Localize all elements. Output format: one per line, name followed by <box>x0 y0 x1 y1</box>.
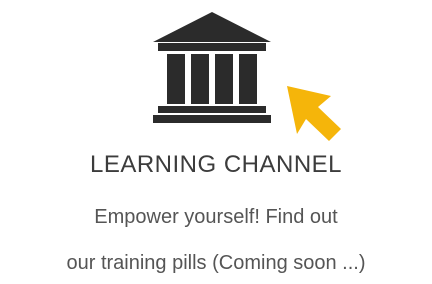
card-title[interactable]: LEARNING CHANNEL <box>0 148 432 182</box>
description-line-2: our training pills (Coming soon ...) <box>66 252 366 274</box>
description-line-1: Empower yourself! Find out <box>94 206 338 228</box>
cursor-arrow-icon <box>287 86 341 141</box>
learning-channel-card[interactable]: LEARNING CHANNEL Empower yourself! Find … <box>0 0 432 284</box>
